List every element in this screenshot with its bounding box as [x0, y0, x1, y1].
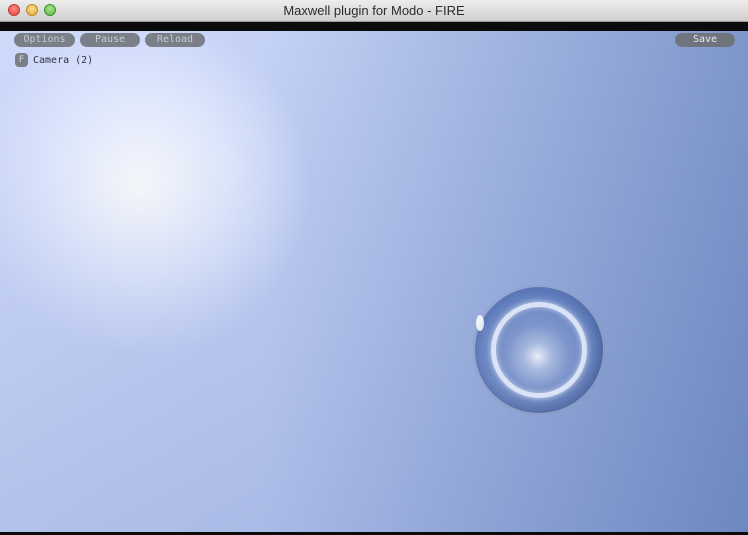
camera-selector[interactable]: F Camera (2) — [15, 53, 93, 67]
render-window: Maxwell plugin for Modo - FIRE Options P… — [0, 0, 748, 535]
window-title: Maxwell plugin for Modo - FIRE — [283, 3, 465, 18]
render-viewport[interactable]: Options Pause Reload Save F Camera (2) — [0, 31, 748, 532]
camera-toggle-badge[interactable]: F — [15, 53, 28, 67]
options-button[interactable]: Options — [14, 33, 75, 47]
sphere-highlight — [476, 315, 484, 331]
pause-button[interactable]: Pause — [80, 33, 140, 47]
sphere-reflection-ring — [491, 302, 587, 398]
top-divider — [0, 22, 748, 31]
save-button[interactable]: Save — [675, 33, 735, 47]
camera-label: Camera (2) — [33, 54, 94, 66]
rendered-sphere — [473, 285, 605, 415]
title-bar[interactable]: Maxwell plugin for Modo - FIRE — [0, 0, 748, 22]
reload-button[interactable]: Reload — [145, 33, 205, 47]
